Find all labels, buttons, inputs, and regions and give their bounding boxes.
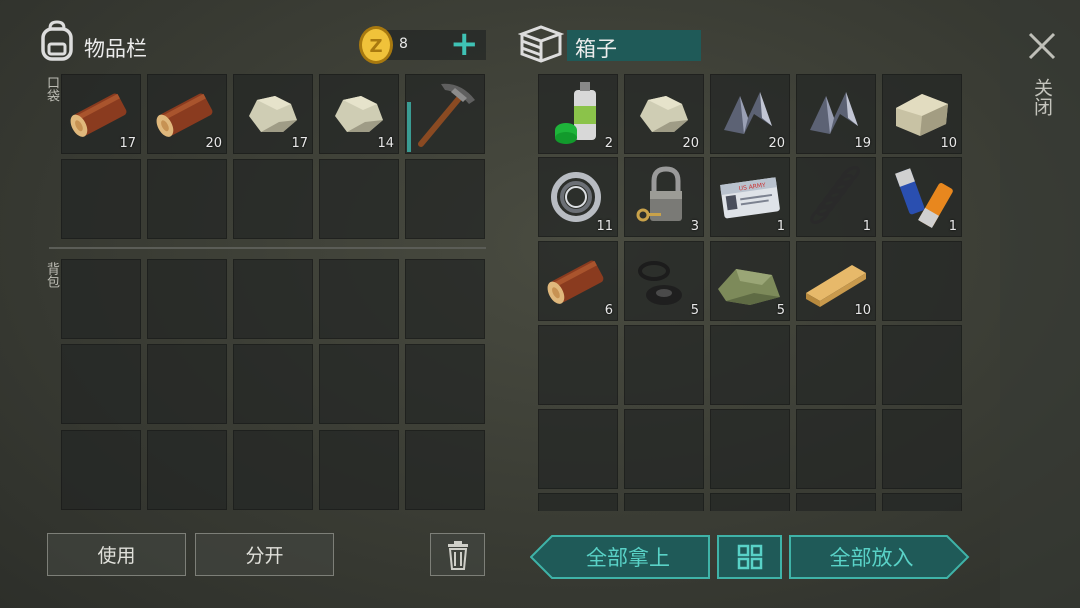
put-all-label: 全部放入 bbox=[829, 546, 914, 570]
box-slot-2[interactable]: 20 bbox=[624, 74, 704, 154]
pocket-slot-10[interactable] bbox=[405, 159, 485, 239]
item-count: 3 bbox=[690, 219, 699, 234]
pocket-slot-8[interactable] bbox=[233, 159, 313, 239]
backpack-slot[interactable] bbox=[405, 430, 485, 510]
pocket-slot-5[interactable] bbox=[405, 74, 485, 154]
box-slot[interactable] bbox=[710, 493, 790, 511]
box-slot[interactable] bbox=[624, 493, 704, 511]
backpack-slot[interactable] bbox=[405, 259, 485, 339]
box-slot-15[interactable] bbox=[882, 241, 962, 321]
split-button[interactable]: 分开 bbox=[195, 533, 334, 576]
close-icon bbox=[1028, 32, 1056, 60]
item-count: 10 bbox=[940, 136, 957, 151]
box-slot-5[interactable]: 10 bbox=[882, 74, 962, 154]
item-count: 5 bbox=[690, 303, 699, 318]
inventory-title: 物品栏 bbox=[84, 37, 147, 61]
sort-button[interactable] bbox=[717, 535, 782, 579]
box-title: 箱子 bbox=[575, 37, 617, 61]
backpack-slot[interactable] bbox=[319, 344, 399, 424]
box-slot-14[interactable]: 10 bbox=[796, 241, 876, 321]
add-coins-button[interactable]: + bbox=[450, 24, 479, 64]
backpack-label: 背包 bbox=[44, 262, 59, 288]
coin-icon: Z bbox=[357, 25, 395, 65]
box-slot[interactable] bbox=[538, 409, 618, 489]
coin-count: 8 bbox=[399, 36, 408, 52]
backpack-slot[interactable] bbox=[319, 430, 399, 510]
item-count: 20 bbox=[682, 136, 699, 151]
box-slot-1[interactable]: 2 bbox=[538, 74, 618, 154]
box-slot[interactable] bbox=[624, 409, 704, 489]
pickaxe-icon bbox=[418, 83, 475, 147]
box-slot[interactable] bbox=[796, 493, 876, 511]
item-count: 1 bbox=[948, 219, 957, 234]
close-label: 关闭 bbox=[1031, 78, 1053, 116]
backpack-slot[interactable] bbox=[233, 430, 313, 510]
backpack-slot[interactable] bbox=[233, 259, 313, 339]
backpack-slot[interactable] bbox=[147, 344, 227, 424]
backpack-slot[interactable] bbox=[61, 430, 141, 510]
take-all-button[interactable]: 全部拿上 bbox=[530, 535, 710, 579]
box-slot-10[interactable]: 1 bbox=[882, 157, 962, 237]
backpack-slot[interactable] bbox=[61, 259, 141, 339]
crate-icon bbox=[517, 24, 565, 64]
box-slot-6[interactable]: 11 bbox=[538, 157, 618, 237]
pocket-slot-6[interactable] bbox=[61, 159, 141, 239]
item-count: 20 bbox=[768, 136, 785, 151]
box-slot[interactable] bbox=[538, 325, 618, 405]
item-count: 1 bbox=[862, 219, 871, 234]
backpack-slot[interactable] bbox=[319, 259, 399, 339]
box-slot-8[interactable]: US ARMY 1 bbox=[710, 157, 790, 237]
backpack-slot[interactable] bbox=[147, 430, 227, 510]
item-count: 14 bbox=[377, 136, 394, 151]
item-count: 20 bbox=[205, 136, 222, 151]
box-slot[interactable] bbox=[710, 325, 790, 405]
backpack-icon bbox=[38, 20, 76, 62]
backpack-slot[interactable] bbox=[405, 344, 485, 424]
trash-icon bbox=[447, 540, 468, 570]
item-count: 10 bbox=[854, 303, 871, 318]
pocket-slot-7[interactable] bbox=[147, 159, 227, 239]
box-slot-4[interactable]: 19 bbox=[796, 74, 876, 154]
backpack-slot[interactable] bbox=[61, 344, 141, 424]
item-count: 17 bbox=[119, 136, 136, 151]
put-all-button[interactable]: 全部放入 bbox=[789, 535, 970, 579]
item-count: 1 bbox=[776, 219, 785, 234]
pocket-slot-1[interactable]: 17 bbox=[61, 74, 141, 154]
box-slot[interactable] bbox=[624, 325, 704, 405]
box-slot-3[interactable]: 20 bbox=[710, 74, 790, 154]
box-slot[interactable] bbox=[796, 409, 876, 489]
pocket-slot-3[interactable]: 17 bbox=[233, 74, 313, 154]
item-count: 5 bbox=[776, 303, 785, 318]
box-slot[interactable] bbox=[710, 409, 790, 489]
box-slot[interactable] bbox=[882, 493, 962, 511]
pocket-slot-9[interactable] bbox=[319, 159, 399, 239]
item-count: 2 bbox=[604, 136, 613, 151]
item-count: 17 bbox=[291, 136, 308, 151]
item-count: 6 bbox=[604, 303, 613, 318]
box-slot-12[interactable]: 5 bbox=[624, 241, 704, 321]
box-slot-13[interactable]: 5 bbox=[710, 241, 790, 321]
box-slot[interactable] bbox=[796, 325, 876, 405]
pocket-slot-2[interactable]: 20 bbox=[147, 74, 227, 154]
close-button[interactable]: 关闭 bbox=[1022, 28, 1062, 128]
box-slot-7[interactable]: 3 bbox=[624, 157, 704, 237]
pocket-slot-4[interactable]: 14 bbox=[319, 74, 399, 154]
box-slot-9[interactable]: 1 bbox=[796, 157, 876, 237]
use-button[interactable]: 使用 bbox=[47, 533, 186, 576]
box-slot[interactable] bbox=[882, 325, 962, 405]
trash-button[interactable] bbox=[430, 533, 485, 576]
backpack-slot[interactable] bbox=[233, 344, 313, 424]
svg-text:Z: Z bbox=[369, 36, 382, 57]
box-grid-scroll-area[interactable] bbox=[538, 493, 962, 511]
grid-sort-icon bbox=[737, 544, 762, 570]
section-divider bbox=[49, 247, 486, 249]
box-slot[interactable] bbox=[538, 493, 618, 511]
box-slot-11[interactable]: 6 bbox=[538, 241, 618, 321]
item-count: 19 bbox=[854, 136, 871, 151]
item-count: 11 bbox=[596, 219, 613, 234]
pocket-label: 口袋 bbox=[44, 76, 59, 102]
take-all-label: 全部拿上 bbox=[586, 546, 670, 570]
box-slot[interactable] bbox=[882, 409, 962, 489]
backpack-slot[interactable] bbox=[147, 259, 227, 339]
